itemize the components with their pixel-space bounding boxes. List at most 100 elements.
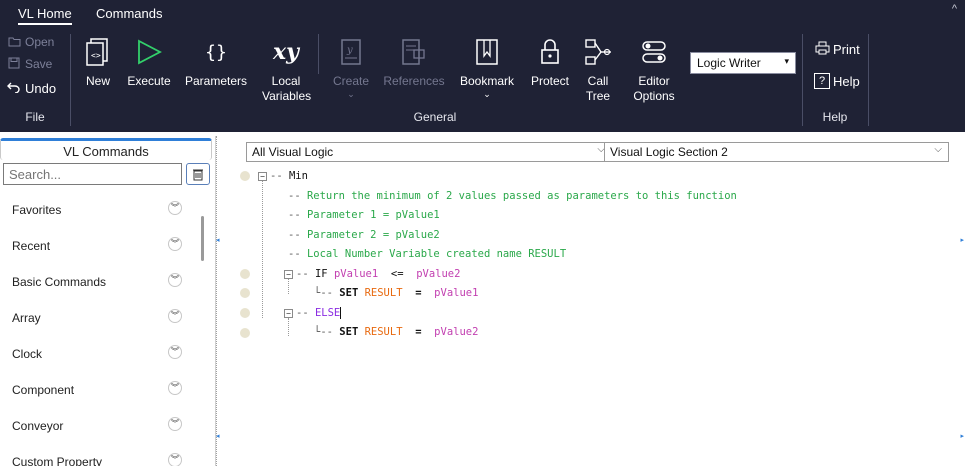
expand-right-icon[interactable]: ▸: [960, 236, 964, 244]
print-button[interactable]: Print: [814, 38, 860, 60]
clear-search-button[interactable]: [186, 163, 210, 185]
create-button[interactable]: y Create ⌄: [330, 34, 372, 99]
expand-chevron-icon[interactable]: ︾: [168, 201, 182, 215]
code-tree: − -- Min -- Return the minimum of 2 valu…: [222, 166, 965, 466]
expand-chevron-icon[interactable]: ︾: [168, 453, 182, 466]
breakpoint-marker[interactable]: [240, 171, 250, 181]
collapse-ribbon-button[interactable]: ^: [952, 3, 957, 15]
comment-text: Return the minimum of 2 values passed as…: [306, 190, 737, 202]
code-line-comment[interactable]: -- Parameter 2 = pValue2: [288, 226, 440, 244]
set-value: pValue1: [434, 287, 479, 299]
section-select[interactable]: Visual Logic Section 2 ⌵: [604, 142, 949, 162]
breakpoint-marker[interactable]: [240, 288, 250, 298]
breakpoint-marker[interactable]: [240, 269, 250, 279]
set-keyword: SET: [339, 326, 359, 338]
call-tree-label-1: Call: [587, 74, 609, 88]
category-label: Conveyor: [12, 419, 64, 433]
open-button[interactable]: Open: [6, 32, 54, 52]
file-group-label: File: [25, 110, 45, 124]
call-tree-button[interactable]: Call Tree: [580, 34, 616, 104]
bookmark-icon: [456, 34, 518, 70]
function-name: Min: [288, 170, 308, 182]
else-keyword: ELSE: [314, 307, 342, 319]
code-line-comment[interactable]: -- Local Number Variable created name RE…: [288, 245, 566, 263]
category-custom-property[interactable]: Custom Property ︾: [0, 450, 200, 466]
search-input[interactable]: [3, 163, 182, 185]
undo-icon: [6, 81, 22, 96]
toggle-options-icon: [626, 34, 682, 70]
editor-options-button[interactable]: Editor Options: [626, 34, 682, 104]
ribbon: VL Home Commands ^ Open Save Undo File <…: [0, 0, 965, 132]
collapse-left-icon[interactable]: ◂: [216, 236, 220, 244]
help-button[interactable]: ? Help: [814, 70, 860, 92]
folder-icon: [6, 35, 22, 50]
tree-connector: └--: [314, 287, 340, 299]
code-line-else[interactable]: -- ELSE: [296, 304, 342, 322]
code-line-set[interactable]: └-- SET RESULT = pValue2: [314, 323, 478, 341]
category-recent[interactable]: Recent ︾: [0, 234, 200, 258]
collapse-node-button[interactable]: −: [284, 309, 293, 318]
local-variables-button[interactable]: xy Local Variables: [262, 34, 311, 104]
call-tree-icon: [580, 34, 616, 70]
expand-right-icon[interactable]: ▸: [960, 432, 964, 440]
tab-commands[interactable]: Commands: [96, 6, 162, 21]
editor-options-label-1: Editor: [638, 74, 670, 88]
vl-commands-panel: VL Commands Favorites ︾ Recent ︾ Basic Com…: [0, 136, 216, 466]
set-variable: RESULT: [364, 287, 403, 299]
expand-chevron-icon[interactable]: ︾: [168, 273, 182, 287]
code-line-comment[interactable]: -- Parameter 1 = pValue1: [288, 206, 440, 224]
if-operand-b: pValue2: [416, 268, 461, 280]
protect-button[interactable]: Protect: [526, 34, 574, 89]
comment-text: Local Number Variable created name RESUL…: [306, 248, 567, 260]
category-label: Clock: [12, 347, 43, 361]
code-line-set[interactable]: └-- SET RESULT = pValue1: [314, 284, 478, 302]
group-divider: [802, 34, 803, 126]
breakpoint-marker[interactable]: [240, 328, 250, 338]
expand-chevron-icon[interactable]: ︾: [168, 381, 182, 395]
braces-icon: {}: [205, 41, 227, 63]
panel-splitter[interactable]: [216, 136, 220, 466]
expand-chevron-icon[interactable]: ︾: [168, 417, 182, 431]
tree-connector: --: [288, 209, 307, 221]
expand-chevron-icon[interactable]: ︾: [168, 237, 182, 251]
collapse-node-button[interactable]: −: [258, 172, 267, 181]
collapse-node-button[interactable]: −: [284, 270, 293, 279]
ribbon-tabs: VL Home Commands ^: [0, 0, 965, 28]
tree-connector: --: [288, 190, 307, 202]
category-label: Component: [12, 383, 75, 397]
execute-button[interactable]: Execute: [124, 34, 174, 89]
if-operator: <=: [390, 268, 404, 280]
lock-icon: [526, 34, 574, 70]
bookmark-button[interactable]: Bookmark ⌄: [456, 34, 518, 99]
code-line-min[interactable]: -- Min: [270, 167, 308, 185]
collapse-left-icon[interactable]: ◂: [216, 432, 220, 440]
scope-select[interactable]: All Visual Logic ⌵: [246, 142, 612, 162]
category-clock[interactable]: Clock ︾: [0, 342, 200, 366]
set-keyword: SET: [339, 287, 359, 299]
category-conveyor[interactable]: Conveyor ︾: [0, 414, 200, 438]
tab-vl-home[interactable]: VL Home: [18, 6, 72, 25]
save-button[interactable]: Save: [6, 54, 52, 74]
writer-mode-dropdown[interactable]: Logic Writer ▾: [690, 52, 796, 74]
tree-connector: --: [296, 307, 315, 319]
new-button[interactable]: <> New: [80, 34, 116, 89]
category-component[interactable]: Component ︾: [0, 378, 200, 402]
parameters-button[interactable]: {} Parameters: [184, 34, 248, 89]
category-array[interactable]: Array ︾: [0, 306, 200, 330]
category-favorites[interactable]: Favorites ︾: [0, 198, 200, 222]
chevron-down-icon: ⌵: [934, 144, 942, 155]
editor-options-label-2: Options: [633, 89, 675, 103]
code-line-if[interactable]: -- IF pValue1 <= pValue2: [296, 265, 460, 283]
breakpoint-marker[interactable]: [240, 308, 250, 318]
references-button[interactable]: References: [382, 34, 446, 89]
category-basic-commands[interactable]: Basic Commands ︾: [0, 270, 200, 294]
print-label: Print: [833, 41, 860, 57]
expand-chevron-icon[interactable]: ︾: [168, 345, 182, 359]
writer-mode-value: Logic Writer: [697, 56, 761, 70]
expand-chevron-icon[interactable]: ︾: [168, 309, 182, 323]
svg-text:<>: <>: [91, 51, 101, 60]
undo-button[interactable]: Undo: [6, 78, 56, 98]
code-line-comment[interactable]: -- Return the minimum of 2 values passed…: [288, 187, 737, 205]
panel-scrollbar[interactable]: [201, 216, 204, 261]
tree-guide: [262, 180, 263, 318]
